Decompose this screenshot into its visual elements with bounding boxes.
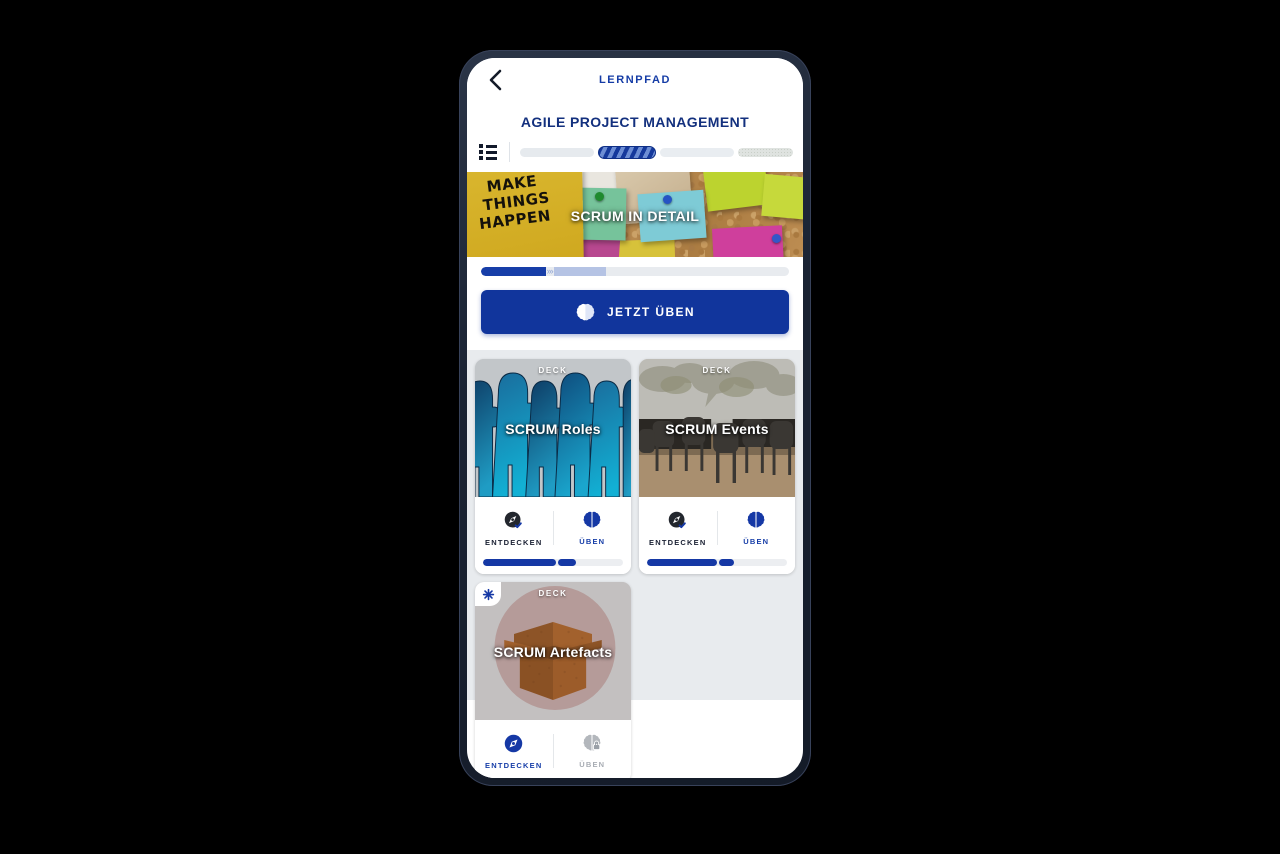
- path-segment-next[interactable]: [659, 147, 734, 157]
- deck-card-scrum-roles[interactable]: DECK SCRUM Roles ENTDECKEN ÜBEN: [475, 359, 631, 574]
- deck-explore-label: ENTDECKEN: [485, 760, 543, 770]
- compass-check-icon: [669, 511, 687, 528]
- lesson-progress-fill: [481, 267, 546, 276]
- deck-cover: DECK SCRUM Events: [639, 359, 795, 497]
- deck-actions: ENTDECKEN ÜBEN: [639, 497, 795, 559]
- chevron-left-icon: [489, 69, 501, 91]
- sticky-note-handwriting: MAKE THINGS HAPPEN: [478, 172, 553, 233]
- deck-actions: ENTDECKEN ÜBEN: [475, 720, 631, 778]
- deck-progress-bar: [639, 559, 795, 574]
- deck-card-scrum-events[interactable]: DECK SCRUM Events ENTDECKEN ÜBEN: [639, 359, 795, 574]
- deck-grid-empty-slot: [639, 582, 795, 778]
- practice-now-label: JETZT ÜBEN: [606, 305, 695, 319]
- hero-banner[interactable]: MAKE THINGS HAPPEN SCRUM IN DETAIL: [467, 172, 803, 257]
- hero-image: MAKE THINGS HAPPEN: [467, 172, 803, 257]
- list-view-icon[interactable]: [479, 144, 497, 160]
- deck-progress-track: [483, 559, 623, 566]
- compass-check-icon: [505, 511, 523, 528]
- deck-actions: ENTDECKEN ÜBEN: [475, 497, 631, 559]
- deck-practice-button[interactable]: ÜBEN: [554, 497, 632, 559]
- path-segment-locked[interactable]: [737, 147, 793, 157]
- deck-practice-button[interactable]: ÜBEN: [718, 497, 796, 559]
- deck-cover: DECK SCRUM Roles: [475, 359, 631, 497]
- practice-now-button[interactable]: JETZT ÜBEN: [481, 290, 789, 334]
- cyan-note: [637, 189, 707, 243]
- yellow-sticky-note: MAKE THINGS HAPPEN: [467, 172, 584, 257]
- lesson-block: ››› JETZT ÜBEN: [467, 257, 803, 350]
- path-segment-done[interactable]: [520, 147, 595, 157]
- compass-icon: [505, 734, 523, 752]
- deck-progress-track: [647, 559, 787, 566]
- pushpin-blue-icon: [663, 195, 672, 204]
- deck-progress-primary: [647, 559, 717, 566]
- progress-chevrons-icon: ›››: [546, 267, 554, 276]
- deck-progress-secondary: [719, 559, 735, 566]
- phone-device-frame: LERNPFAD AGILE PROJECT MANAGEMENT MAKE T…: [459, 50, 811, 786]
- deck-explore-button[interactable]: ENTDECKEN: [475, 497, 553, 559]
- pushpin-green-icon: [595, 192, 604, 201]
- deck-kind-label: DECK: [538, 366, 568, 375]
- deck-explore-button[interactable]: ENTDECKEN: [639, 497, 717, 559]
- course-title: AGILE PROJECT MANAGEMENT: [467, 102, 803, 140]
- deck-name: SCRUM Roles: [505, 421, 601, 437]
- deck-kind-label: DECK: [702, 366, 732, 375]
- learning-path-bar: [467, 140, 803, 172]
- page-title: LERNPFAD: [598, 74, 672, 86]
- deck-name: SCRUM Events: [665, 421, 769, 437]
- deck-practice-label: ÜBEN: [579, 537, 606, 546]
- deck-practice-button-locked: ÜBEN: [554, 720, 632, 778]
- deck-progress-primary: [483, 559, 556, 566]
- path-segments: [520, 145, 793, 159]
- deck-progress-bar: [475, 559, 631, 574]
- deck-card-scrum-artefacts[interactable]: DECK SCRUM Artefacts ENTDECKEN ÜBEN: [475, 582, 631, 778]
- brain-lock-icon: [583, 734, 601, 752]
- deck-area: DECK SCRUM Roles ENTDECKEN ÜBEN DECK SCR…: [467, 350, 803, 778]
- brain-icon: [747, 511, 765, 529]
- deck-explore-label: ENTDECKEN: [649, 537, 707, 547]
- deck-name: SCRUM Artefacts: [493, 644, 613, 660]
- deck-explore-button[interactable]: ENTDECKEN: [475, 720, 553, 778]
- deck-practice-label-locked: ÜBEN: [579, 760, 606, 769]
- deck-practice-label: ÜBEN: [743, 537, 770, 546]
- phone-screen: LERNPFAD AGILE PROJECT MANAGEMENT MAKE T…: [467, 58, 803, 778]
- deck-cover: DECK SCRUM Artefacts: [475, 582, 631, 720]
- app-header: LERNPFAD: [467, 58, 803, 102]
- lime-note-2: [761, 173, 803, 221]
- deck-progress-secondary: [557, 559, 576, 566]
- deck-grid: DECK SCRUM Roles ENTDECKEN ÜBEN DECK SCR…: [475, 359, 795, 778]
- brain-icon: [576, 303, 595, 320]
- lesson-progress-secondary: [553, 267, 607, 276]
- pushpin-blue-icon-2: [772, 234, 781, 243]
- asterisk-star-icon: [482, 588, 494, 600]
- lesson-progress-bar: ›››: [481, 267, 789, 276]
- path-segment-active[interactable]: [598, 145, 656, 159]
- path-divider: [509, 142, 510, 162]
- new-deck-badge: [475, 582, 501, 606]
- brain-icon: [583, 511, 601, 529]
- back-button[interactable]: [483, 68, 507, 92]
- deck-explore-label: ENTDECKEN: [485, 537, 543, 547]
